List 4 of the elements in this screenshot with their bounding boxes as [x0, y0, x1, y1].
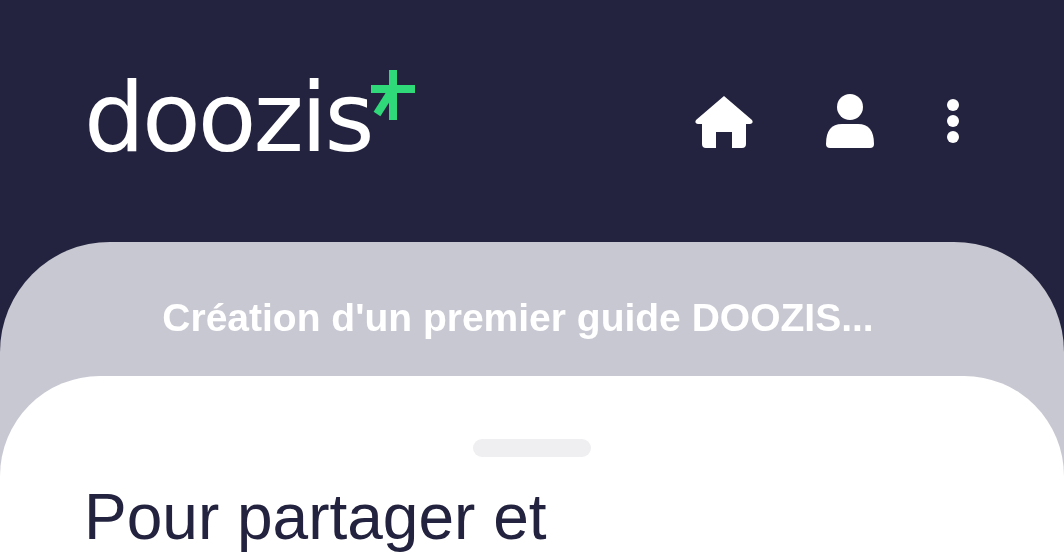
home-icon[interactable] — [694, 94, 754, 148]
menu-icon[interactable] — [946, 98, 960, 144]
logo-text: doozis — [84, 70, 372, 166]
user-icon[interactable] — [826, 94, 874, 148]
